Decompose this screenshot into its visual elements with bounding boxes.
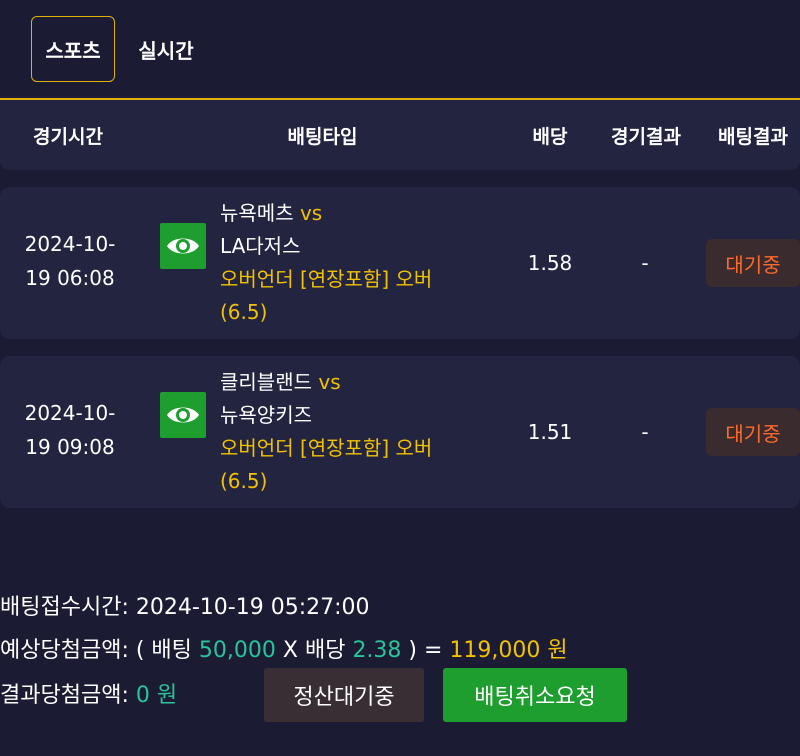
eye-icon — [167, 407, 199, 423]
table-row: 2024-10- 19 09:08 클리블랜드 vs 뉴욕양키즈 오버언더 [연… — [0, 356, 800, 508]
result-win-amount: 0 원 — [135, 683, 178, 708]
cancel-bet-button[interactable]: 배팅취소요청 — [443, 668, 627, 722]
view-details-button[interactable] — [160, 392, 206, 438]
vs-label: vs — [318, 370, 341, 394]
expected-win-line: 예상당첨금액: ( 배팅 50,000 X 배당 2.38 ) = 119,00… — [0, 632, 568, 664]
total-odds: 2.38 — [352, 638, 402, 663]
bet-amount: 50,000 — [198, 638, 276, 663]
receipt-time-value: 2024-10-19 05:27:00 — [135, 595, 370, 620]
game-date: 2024-10- — [24, 401, 116, 425]
game-time: 19 06:08 — [25, 266, 115, 290]
result-win-label: 결과당첨금액: — [0, 683, 129, 708]
header-game-result: 경기결과 — [611, 125, 681, 148]
tab-sports[interactable]: 스포츠 — [31, 16, 115, 82]
header-game-time: 경기시간 — [33, 125, 103, 148]
vs-label: vs — [299, 201, 323, 225]
bet-line: (6.5) — [220, 469, 268, 493]
game-datetime: 2024-10- 19 09:08 — [10, 396, 130, 464]
status-badge: 대기중 — [706, 408, 800, 456]
expected-win-label: 예상당첨금액: ( 배팅 — [0, 638, 192, 663]
tab-live[interactable]: 실시간 — [126, 16, 206, 82]
away-team: LA다저스 — [220, 234, 301, 258]
settle-pending-button[interactable]: 정산대기중 — [264, 668, 424, 722]
bet-info: 뉴욕메츠 vs LA다저스 오버언더 [연장포함] 오버 (6.5) — [220, 197, 480, 329]
table-row: 2024-10- 19 06:08 뉴욕메츠 vs LA다저스 오버언더 [연장… — [0, 187, 800, 339]
bet-info: 클리블랜드 vs 뉴욕양키즈 오버언더 [연장포함] 오버 (6.5) — [220, 366, 480, 498]
status-badge: 대기중 — [706, 239, 800, 287]
view-details-button[interactable] — [160, 223, 206, 269]
home-team: 뉴욕메츠 — [220, 201, 294, 225]
game-result-value: - — [641, 251, 649, 275]
game-time: 19 09:08 — [25, 435, 115, 459]
table-header: 경기시간 배팅타입 배당 경기결과 배팅결과 — [0, 100, 800, 170]
header-bet-result: 배팅결과 — [718, 125, 788, 148]
bet-market: 오버언더 [연장포함] 오버 — [220, 267, 433, 291]
expected-win-amount: 119,000 원 — [449, 638, 568, 663]
equals-label: ) = — [408, 638, 443, 663]
result-win-line: 결과당첨금액: 0 원 — [0, 677, 177, 709]
receipt-time-label: 배팅접수시간: — [0, 595, 129, 620]
game-result-value: - — [641, 420, 649, 444]
multiply-label: X 배당 — [282, 638, 346, 663]
header-bet-type: 배팅타입 — [287, 125, 358, 148]
odds-value: 1.58 — [527, 251, 573, 275]
away-team: 뉴욕양키즈 — [220, 403, 312, 427]
game-datetime: 2024-10- 19 06:08 — [10, 227, 130, 295]
receipt-time-line: 배팅접수시간: 2024-10-19 05:27:00 — [0, 589, 370, 621]
header-odds: 배당 — [532, 125, 568, 148]
home-team: 클리블랜드 — [220, 370, 312, 394]
tab-bar: 스포츠 실시간 — [0, 0, 800, 98]
odds-value: 1.51 — [527, 420, 573, 444]
eye-icon — [167, 238, 199, 254]
bet-market: 오버언더 [연장포함] 오버 — [220, 436, 433, 460]
bet-line: (6.5) — [220, 300, 268, 324]
game-date: 2024-10- — [24, 232, 116, 256]
